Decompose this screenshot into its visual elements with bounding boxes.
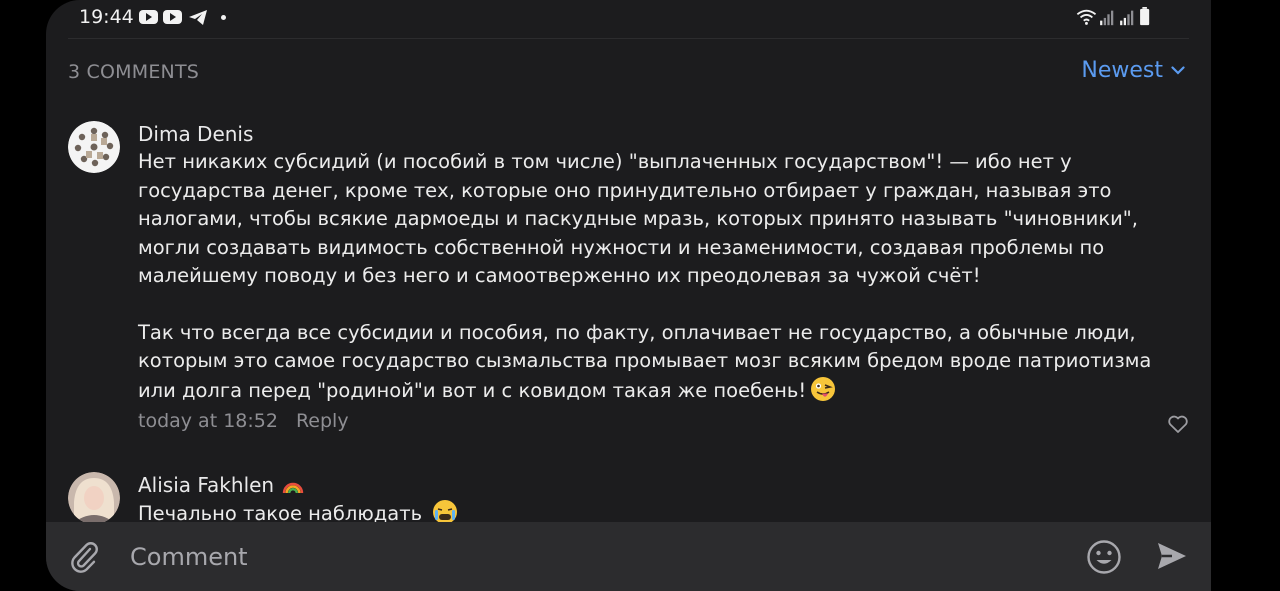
comment-paragraph: Так что всегда все субсидии и пособия, п… xyxy=(138,319,1189,406)
status-bar: 19:44 xyxy=(46,0,1211,36)
comments-count: 3 COMMENTS xyxy=(68,61,200,83)
comment-item: Dima Denis Нет никаких субсидий (и пособ… xyxy=(68,121,1189,441)
comment-body: Alisia Fakhlen Печально такое наблюдать xyxy=(138,472,1189,529)
comment-author-name: Alisia Fakhlen xyxy=(138,473,275,497)
comment-paragraph: Нет никаких субсидий (и пособий в том чи… xyxy=(138,150,1138,287)
sort-dropdown[interactable]: Newest xyxy=(1081,58,1185,83)
send-icon[interactable] xyxy=(1156,540,1188,572)
status-time: 19:44 xyxy=(79,6,134,28)
paperclip-icon[interactable] xyxy=(68,540,100,574)
youtube-icon xyxy=(139,10,158,24)
comment-author[interactable]: Dima Denis xyxy=(138,121,1189,147)
comment-input[interactable] xyxy=(128,535,1032,579)
comment-input-bar xyxy=(46,522,1211,591)
comment-body: Dima Denis Нет никаких субсидий (и пособ… xyxy=(138,121,1189,432)
wifi-icon xyxy=(1076,9,1097,25)
emoji-icon[interactable] xyxy=(1086,539,1122,575)
avatar[interactable] xyxy=(68,472,120,524)
notification-dot xyxy=(221,15,226,20)
battery-icon xyxy=(1140,7,1150,26)
avatar[interactable] xyxy=(68,121,120,173)
rainbow-icon xyxy=(283,482,304,494)
comment-text: Нет никаких субсидий (и пособий в том чи… xyxy=(138,148,1189,405)
reply-button[interactable]: Reply xyxy=(296,410,349,432)
chevron-down-icon xyxy=(1171,66,1185,75)
sort-label: Newest xyxy=(1081,58,1163,83)
youtube-icon xyxy=(163,10,182,24)
signal-icon xyxy=(1100,10,1134,26)
phone-screen: 19:44 3 COMMENTS Newest Dima Denis Нет н… xyxy=(46,0,1211,591)
status-icons xyxy=(1076,7,1150,26)
comment-time: today at 18:52 xyxy=(138,410,278,432)
winking-tongue-emoji-icon xyxy=(811,376,836,401)
status-divider xyxy=(68,38,1189,39)
heart-icon[interactable] xyxy=(1167,414,1189,434)
comment-author[interactable]: Alisia Fakhlen xyxy=(138,472,1189,498)
comment-meta: today at 18:52 Reply xyxy=(138,410,1189,432)
telegram-icon xyxy=(189,10,207,25)
comment-paragraph-text: Так что всегда все субсидии и пособия, п… xyxy=(138,320,1152,402)
